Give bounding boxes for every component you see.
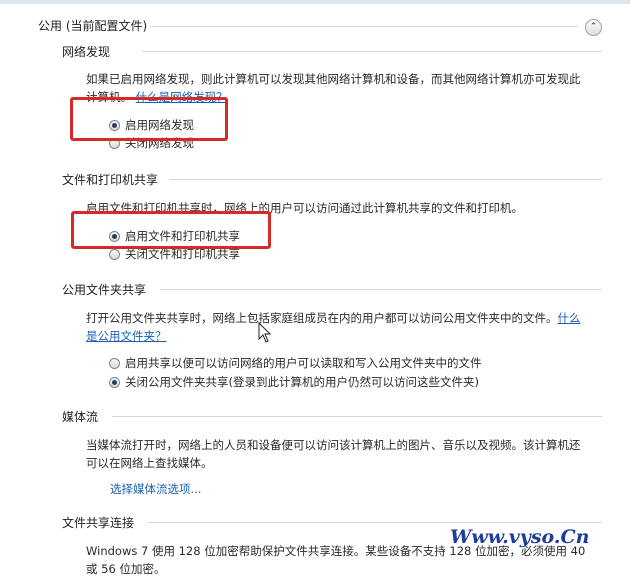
section-title-media-streaming: 媒体流 — [62, 410, 99, 424]
section-divider — [142, 51, 602, 52]
radio-disable-public-folder-sharing[interactable] — [109, 377, 120, 388]
section-divider — [170, 179, 602, 180]
option-label-enable-public-folder-sharing: 启用共享以便可以访问网络的用户可以读取和写入公用文件夹中的文件 — [125, 356, 482, 370]
window-top-edge — [0, 0, 630, 4]
group-divider — [150, 26, 578, 27]
section-divider — [160, 289, 602, 290]
section-title-public-folder-sharing: 公用文件夹共享 — [62, 283, 147, 297]
option-label-disable-public-folder-sharing: 关闭公用文件夹共享(登录到此计算机的用户仍然可以访问这些文件夹) — [125, 375, 479, 389]
radio-disable-file-printer-sharing[interactable] — [109, 249, 120, 260]
radio-enable-public-folder-sharing[interactable] — [109, 358, 120, 369]
section-title-file-sharing-connections: 文件共享连接 — [62, 516, 135, 530]
chevron-up-icon[interactable]: ⌃ — [585, 19, 602, 36]
what-is-public-folder-link-part1[interactable]: 什么 — [558, 311, 581, 325]
section-divider — [148, 522, 602, 523]
section-title-file-printer-sharing: 文件和打印机共享 — [62, 173, 159, 187]
media-streaming-description: 当媒体流打开时，网络上的人员和设备便可以访问该计算机上的图片、音乐以及视频。该计… — [86, 438, 581, 470]
what-is-public-folder-link-part2[interactable]: 是公用文件夹？ — [86, 329, 167, 343]
watermark-text: Www.vyso.Cn — [450, 526, 590, 548]
group-title: 公用 (当前配置文件) — [38, 19, 148, 33]
choose-media-streaming-options-link[interactable]: 选择媒体流选项... — [110, 480, 201, 498]
highlight-box-file-printer-sharing — [71, 211, 271, 249]
section-divider — [112, 416, 602, 417]
section-title-network-discovery: 网络发现 — [62, 45, 111, 59]
public-folder-sharing-description: 打开公用文件夹共享时，网络上包括家庭组成员在内的用户都可以访问公用文件夹中的文件… — [86, 311, 581, 343]
mouse-cursor-icon — [258, 322, 272, 343]
highlight-box-network-discovery — [70, 97, 228, 141]
